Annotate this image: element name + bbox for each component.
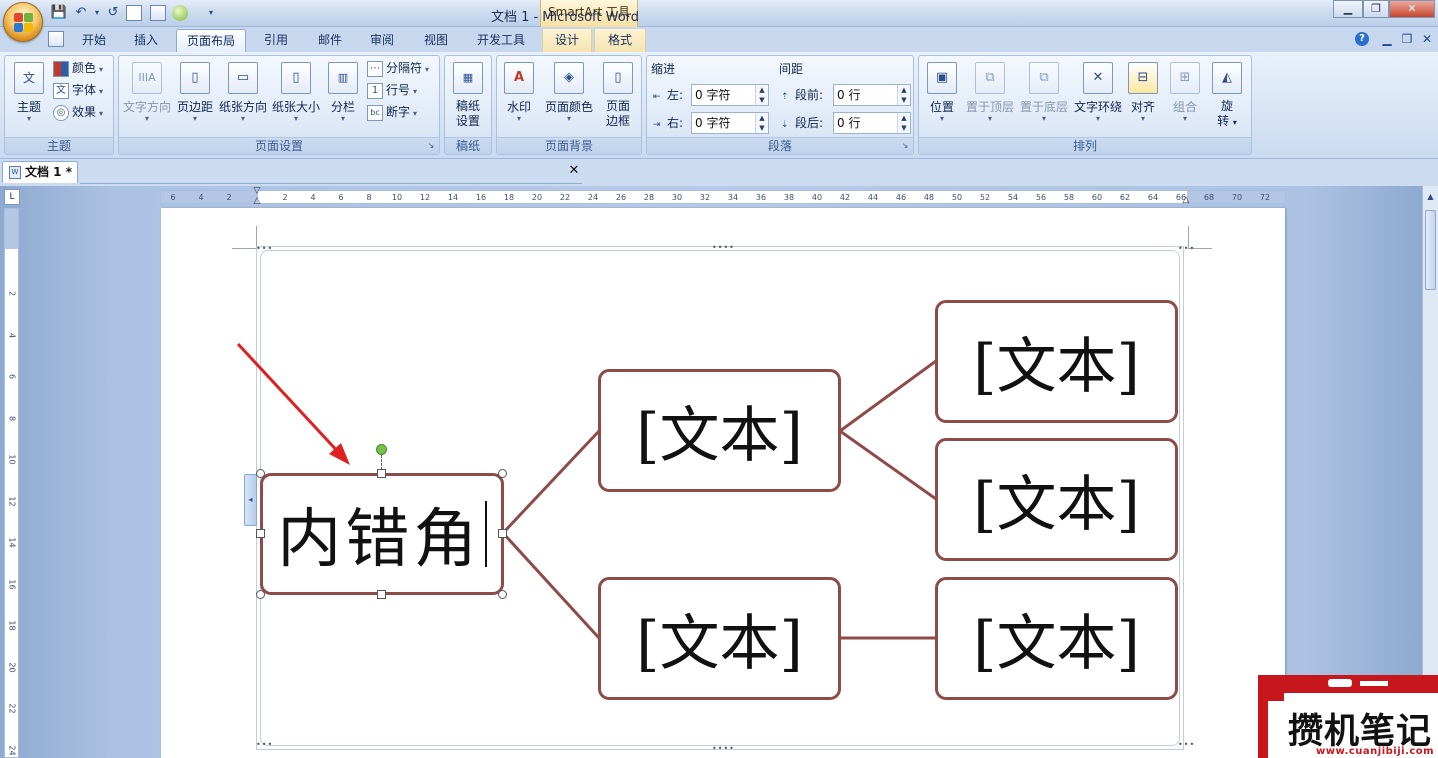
site-watermark-logo: 攒机笔记 www.cuanjibiji.com — [1258, 675, 1438, 758]
watermark-accent — [1258, 693, 1284, 701]
office-logo-icon — [14, 13, 34, 33]
office-button[interactable] — [3, 2, 43, 42]
annotation-arrow — [236, 342, 350, 465]
watermark-accent — [1360, 681, 1388, 686]
annotation-arrow-shaft — [236, 342, 343, 457]
watermark-accent — [1328, 679, 1352, 687]
watermark-url: www.cuanjibiji.com — [1316, 746, 1435, 757]
